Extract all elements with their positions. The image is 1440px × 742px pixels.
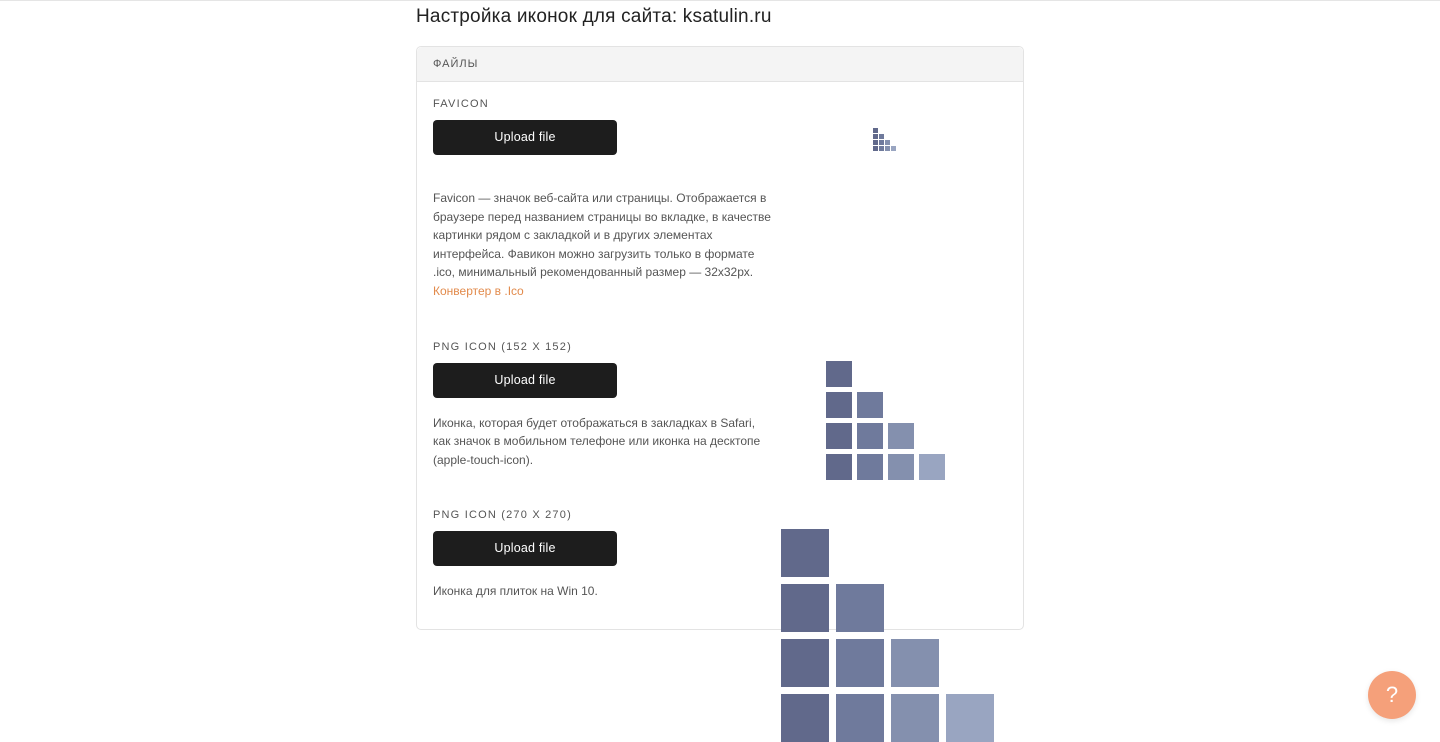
png270-section: PNG ICON (270 X 270) Upload file Иконка … xyxy=(433,509,1007,601)
help-icon: ? xyxy=(1386,682,1398,708)
favicon-label: FAVICON xyxy=(433,98,1007,110)
png152-upload-button[interactable]: Upload file xyxy=(433,363,617,398)
files-panel: ФАЙЛЫ FAVICON Upload file Favicon — знач… xyxy=(416,46,1024,630)
png152-section: PNG ICON (152 X 152) Upload file Иконка,… xyxy=(433,341,1007,470)
png270-upload-button[interactable]: Upload file xyxy=(433,531,617,566)
ico-converter-link[interactable]: Конвертер в .Ico xyxy=(433,284,524,298)
png152-label: PNG ICON (152 X 152) xyxy=(433,341,1007,353)
favicon-section: FAVICON Upload file Favicon — значок веб… xyxy=(433,98,1007,301)
panel-body: FAVICON Upload file Favicon — значок веб… xyxy=(417,82,1023,629)
favicon-desc-text: Favicon — значок веб-сайта или страницы.… xyxy=(433,191,771,279)
favicon-preview-icon xyxy=(873,128,896,151)
png152-description: Иконка, которая будет отображаться в зак… xyxy=(433,414,773,470)
png270-description: Иконка для плиток на Win 10. xyxy=(433,582,773,601)
help-button[interactable]: ? xyxy=(1368,671,1416,719)
favicon-upload-button[interactable]: Upload file xyxy=(433,120,617,155)
png270-label: PNG ICON (270 X 270) xyxy=(433,509,1007,521)
page-divider xyxy=(0,0,1440,1)
png152-preview-icon xyxy=(826,361,945,480)
favicon-description: Favicon — значок веб-сайта или страницы.… xyxy=(433,189,773,301)
panel-header: ФАЙЛЫ xyxy=(417,47,1023,82)
png270-preview-icon xyxy=(781,529,994,742)
page-title: Настройка иконок для сайта: ksatulin.ru xyxy=(416,6,1024,28)
main-container: Настройка иконок для сайта: ksatulin.ru … xyxy=(416,0,1024,630)
